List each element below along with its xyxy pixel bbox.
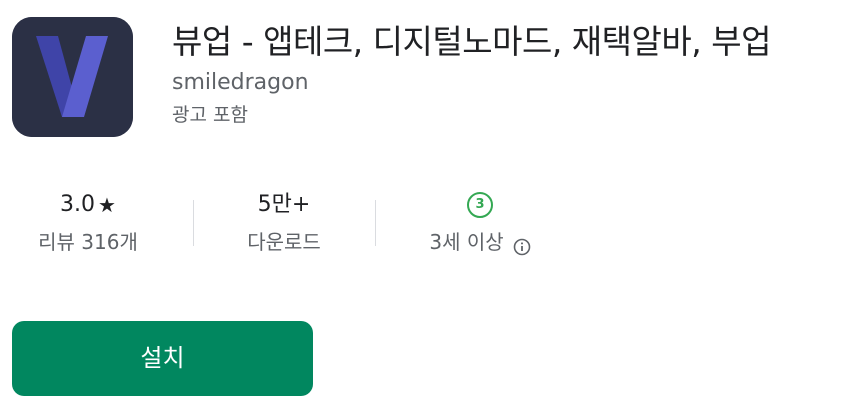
downloads-value: 5만+ (257, 192, 311, 217)
age-rating-stat: 3 3세 이상 (400, 188, 560, 258)
age-rating-badge-icon: 3 (467, 192, 493, 218)
app-icon (12, 17, 133, 137)
stat-divider (375, 200, 376, 246)
install-button[interactable]: 설치 (12, 321, 313, 396)
app-title: 뷰업 - 앱테크, 디지털노마드, 재택알바, 부업 (172, 22, 771, 61)
contains-ads-label: 광고 포함 (172, 104, 248, 126)
downloads-label: 다운로드 (247, 230, 321, 254)
stat-divider (193, 200, 194, 246)
downloads-stat: 5만+ 다운로드 (214, 188, 354, 258)
rating-stat: 3.0 ★ 리뷰 316개 (18, 188, 158, 258)
star-icon: ★ (98, 193, 116, 217)
developer-link[interactable]: smiledragon (172, 68, 309, 98)
rating-value-row: 3.0 ★ (18, 188, 158, 222)
reviews-count-label: 리뷰 316개 (38, 230, 138, 254)
info-icon[interactable] (513, 233, 531, 256)
age-rating-label: 3세 이상 (429, 230, 504, 254)
v-logo-icon (12, 17, 133, 137)
rating-value: 3.0 (60, 192, 96, 217)
